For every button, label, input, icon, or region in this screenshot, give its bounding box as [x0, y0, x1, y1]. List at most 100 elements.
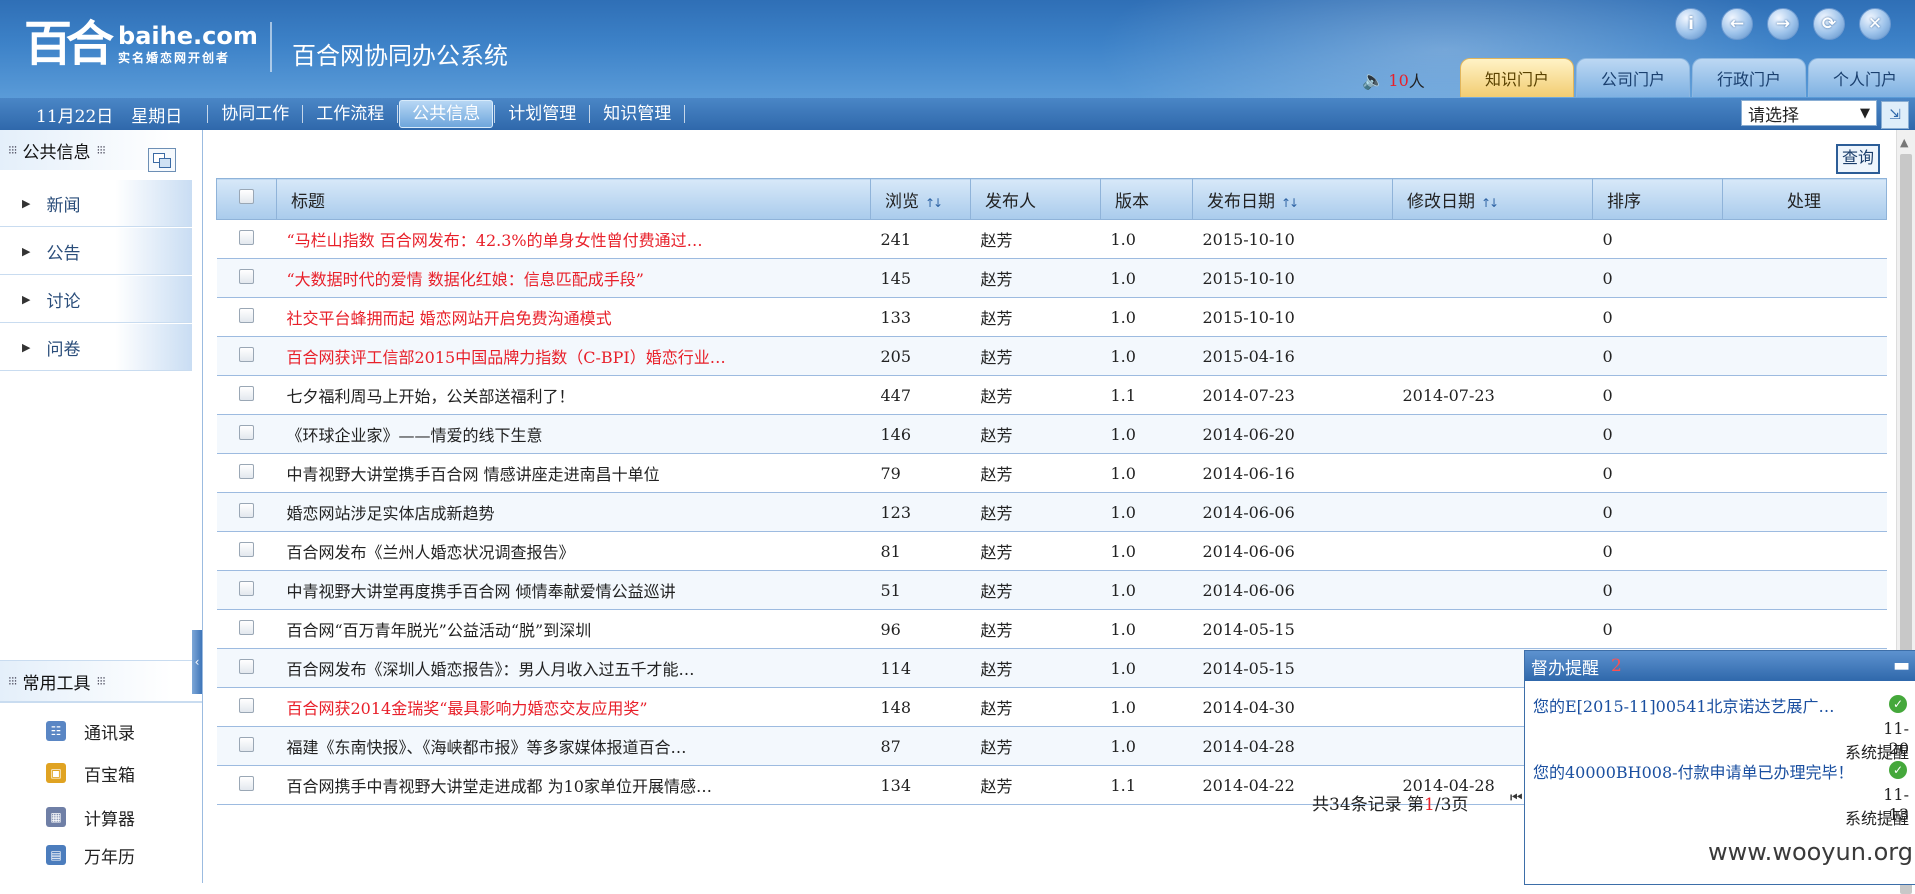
reminder-item[interactable]: 您的E[2015-11]00541北京诺达艺展广… ✓ 11- 20 系统提醒 — [1533, 693, 1909, 762]
row-title[interactable]: 七夕福利周马上开始，公关部送福利了！ — [276, 375, 871, 415]
checkbox-icon[interactable] — [238, 463, 254, 479]
sidebar-item-news[interactable]: ▶ 新闻 — [0, 180, 192, 227]
table-row[interactable]: 中青视野大讲堂携手百合网 情感讲座走进南昌十单位 79 赵芳 1.0 2014-06-1… — [216, 453, 1887, 493]
row-checkbox[interactable] — [216, 531, 277, 571]
tab-personal-portal[interactable]: 个人门户 — [1808, 58, 1915, 97]
sort-icon[interactable]: ↑↓ — [1281, 196, 1299, 210]
table-row[interactable]: 百合网发布《兰州人婚恋状况调查报告》 81 赵芳 1.0 2014-06-06 0 — [216, 531, 1887, 571]
checkbox-icon[interactable] — [238, 385, 254, 401]
nav-item-public-info[interactable]: 公共信息 — [399, 100, 494, 128]
row-title[interactable]: 婚恋网站涉足实体店成新趋势 — [276, 492, 871, 532]
row-title[interactable]: 百合网发布《深圳人婚恋报告》：男人月收入过五千才能… — [276, 648, 871, 688]
table-row[interactable]: “马栏山指数 百合网发布：42.3%的单身女性曾付费通过… 241 赵芳 1.0 201… — [216, 219, 1887, 259]
row-checkbox[interactable] — [216, 687, 277, 727]
checkbox-icon[interactable] — [238, 268, 254, 284]
row-title[interactable]: 中青视野大讲堂再度携手百合网 倾情奉献爱情公益巡讲 — [276, 570, 871, 610]
sidebar-item-announcement[interactable]: ▶ 公告 — [0, 228, 192, 275]
portal-select[interactable]: 请选择 ▼ — [1741, 100, 1877, 126]
checkbox-icon[interactable] — [238, 775, 254, 791]
row-checkbox[interactable] — [216, 648, 277, 688]
tool-address-book[interactable]: ☷ 通讯录 — [46, 714, 135, 748]
checkbox-icon[interactable] — [238, 619, 254, 635]
row-checkbox[interactable] — [216, 492, 277, 532]
close-icon[interactable]: ✕ — [1859, 8, 1891, 40]
sort-icon[interactable]: ↑↓ — [925, 196, 943, 210]
first-page-icon[interactable]: ⏮ — [1510, 790, 1523, 806]
checkbox-icon[interactable] — [238, 307, 254, 323]
tool-calculator[interactable]: ▦ 计算器 — [46, 800, 135, 834]
row-title[interactable]: “大数据时代的爱情 数据化红娘：信息匹配成手段” — [276, 258, 871, 298]
nav-item-plan[interactable]: 计划管理 — [496, 101, 588, 127]
row-title[interactable]: 百合网“百万青年脱光”公益活动“脱”到深圳 — [276, 609, 871, 649]
nav-item-workflow[interactable]: 工作流程 — [304, 101, 396, 127]
tab-knowledge-portal[interactable]: 知识门户 — [1460, 58, 1574, 97]
sort-icon[interactable]: ↑↓ — [1481, 196, 1499, 210]
row-title[interactable]: 百合网获评工信部2015中国品牌力指数（C-BPI）婚恋行业… — [276, 336, 871, 376]
checkbox-icon[interactable] — [238, 697, 254, 713]
row-checkbox[interactable] — [216, 258, 277, 298]
row-title[interactable]: 百合网携手中青视野大讲堂走进成都 为10家单位开展情感… — [276, 765, 871, 805]
tab-admin-portal[interactable]: 行政门户 — [1692, 58, 1806, 97]
tool-treasure-box[interactable]: ▣ 百宝箱 — [46, 756, 135, 790]
row-checkbox[interactable] — [216, 609, 277, 649]
row-title[interactable]: 百合网获2014金瑞奖“最具影响力婚恋交友应用奖” — [276, 687, 871, 727]
go-icon[interactable]: ⇲ — [1881, 101, 1909, 129]
sidebar-item-discussion[interactable]: ▶ 讨论 — [0, 276, 192, 323]
reminder-item[interactable]: 您的40000BH008-付款申请单已办理完毕！ ✓ 11- 13 系统提醒 — [1533, 759, 1909, 828]
refresh-icon[interactable]: ⟳ — [1813, 8, 1845, 40]
col-header-views[interactable]: 浏览 ↑↓ — [870, 178, 971, 220]
tab-company-portal[interactable]: 公司门户 — [1576, 58, 1690, 97]
table-row[interactable]: “大数据时代的爱情 数据化红娘：信息匹配成手段” 145 赵芳 1.0 2015-10-… — [216, 258, 1887, 298]
table-row[interactable]: 百合网“百万青年脱光”公益活动“脱”到深圳 96 赵芳 1.0 2014-05-15 0 — [216, 609, 1887, 649]
col-header-modified[interactable]: 修改日期 ↑↓ — [1392, 178, 1593, 220]
checkbox-icon[interactable] — [238, 502, 254, 518]
checkbox-icon[interactable] — [238, 658, 254, 674]
row-title[interactable]: “马栏山指数 百合网发布：42.3%的单身女性曾付费通过… — [276, 219, 871, 259]
info-icon[interactable]: i — [1675, 8, 1707, 40]
row-title[interactable]: 社交平台蜂拥而起 婚恋网站开启免费沟通模式 — [276, 297, 871, 337]
row-title[interactable]: 福建《东南快报》、《海峡都市报》等多家媒体报道百合… — [276, 726, 871, 766]
nav-item-knowledge[interactable]: 知识管理 — [591, 101, 683, 127]
checkbox-icon[interactable] — [238, 736, 254, 752]
back-icon[interactable]: ← — [1721, 8, 1753, 40]
table-row[interactable]: 婚恋网站涉足实体店成新趋势 123 赵芳 1.0 2014-06-06 0 — [216, 492, 1887, 532]
col-header-published[interactable]: 发布日期 ↑↓ — [1192, 178, 1393, 220]
row-order: 0 — [1592, 609, 1723, 649]
reminder-link[interactable]: 您的40000BH008-付款申请单已办理完毕！ — [1533, 759, 1863, 783]
table-row[interactable]: 社交平台蜂拥而起 婚恋网站开启免费沟通模式 133 赵芳 1.0 2015-10-10 0 — [216, 297, 1887, 337]
table-row[interactable]: 《环球企业家》——情爱的线下生意 146 赵芳 1.0 2014-06-20 0 — [216, 414, 1887, 454]
select-all-checkbox[interactable] — [216, 178, 277, 220]
checkbox-icon[interactable] — [238, 346, 254, 362]
row-checkbox[interactable] — [216, 336, 277, 376]
row-checkbox[interactable] — [216, 570, 277, 610]
nav-item-collaboration[interactable]: 协同工作 — [209, 101, 301, 127]
row-checkbox[interactable] — [216, 726, 277, 766]
checkbox-icon[interactable] — [238, 229, 254, 245]
row-title[interactable]: 《环球企业家》——情爱的线下生意 — [276, 414, 871, 454]
checkbox-icon[interactable] — [238, 580, 254, 596]
sidebar-collapse-handle[interactable]: ‹ — [192, 630, 202, 694]
row-title[interactable]: 百合网发布《兰州人婚恋状况调查报告》 — [276, 531, 871, 571]
table-row[interactable]: 七夕福利周马上开始，公关部送福利了！ 447 赵芳 1.1 2014-07-23 2014… — [216, 375, 1887, 415]
row-modified-date — [1392, 414, 1593, 454]
tool-calendar[interactable]: ▤ 万年历 — [46, 838, 135, 872]
row-checkbox[interactable] — [216, 219, 277, 259]
row-checkbox[interactable] — [216, 375, 277, 415]
sidebar-toggle-icon[interactable] — [148, 148, 176, 172]
reminder-link[interactable]: 您的E[2015-11]00541北京诺达艺展广… — [1533, 693, 1863, 717]
minimize-icon[interactable]: ▬ — [1893, 655, 1910, 676]
table-row[interactable]: 中青视野大讲堂再度携手百合网 倾情奉献爱情公益巡讲 51 赵芳 1.0 2014-06-… — [216, 570, 1887, 610]
row-title[interactable]: 中青视野大讲堂携手百合网 情感讲座走进南昌十单位 — [276, 453, 871, 493]
sidebar-item-survey[interactable]: ▶ 问卷 — [0, 324, 192, 371]
table-row[interactable]: 百合网获评工信部2015中国品牌力指数（C-BPI）婚恋行业… 205 赵芳 1.0 2… — [216, 336, 1887, 376]
row-checkbox[interactable] — [216, 453, 277, 493]
online-users[interactable]: 🔈 10 人 — [1362, 68, 1425, 92]
checkbox-icon[interactable] — [238, 424, 254, 440]
row-checkbox[interactable] — [216, 765, 277, 805]
scroll-up-icon[interactable]: ▲ — [1900, 136, 1908, 149]
row-checkbox[interactable] — [216, 297, 277, 337]
row-checkbox[interactable] — [216, 414, 277, 454]
checkbox-icon[interactable] — [238, 541, 254, 557]
query-button[interactable]: 查询 — [1836, 144, 1881, 174]
forward-icon[interactable]: → — [1767, 8, 1799, 40]
